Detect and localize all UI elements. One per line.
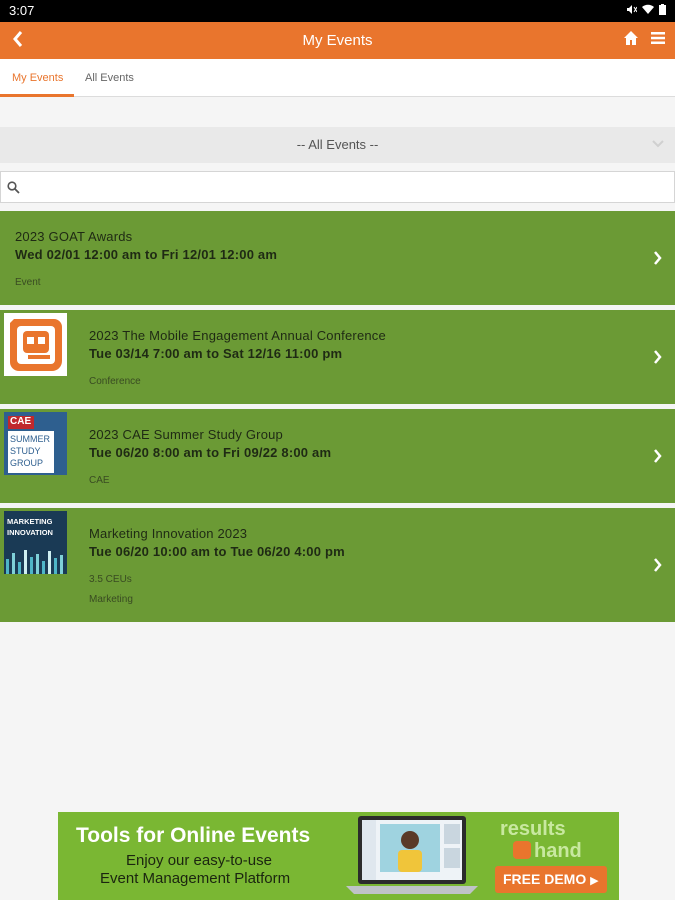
- tab-bar: My Events All Events: [0, 59, 675, 97]
- event-card[interactable]: MARKETING INNOVATION Marketing Innovatio…: [0, 508, 675, 622]
- banner-headline: Tools for Online Events: [76, 824, 311, 847]
- event-category: Event: [15, 277, 41, 288]
- banner-line-1: Enjoy our easy-to-use: [126, 852, 272, 869]
- event-title: Marketing Innovation 2023: [89, 526, 248, 541]
- chevron-right-icon: [654, 558, 662, 572]
- banner-line-2: Event Management Platform: [100, 870, 291, 887]
- thumb-text: CAE: [8, 416, 34, 429]
- event-thumbnail: CAE SUMMER STUDY GROUP: [4, 412, 67, 475]
- event-dates: Tue 03/14 7:00 am to Sat 12/16 11:00 pm: [89, 346, 343, 361]
- page-title: My Events: [302, 32, 373, 49]
- search-input[interactable]: [25, 176, 665, 198]
- thumb-text: INNOVATION: [7, 528, 53, 537]
- chevron-right-icon: [654, 251, 662, 265]
- event-thumbnail: MARKETING INNOVATION: [4, 511, 67, 574]
- event-title: 2023 GOAT Awards: [15, 229, 133, 244]
- status-icons: [626, 4, 666, 15]
- thumb-chart-graphic: [6, 550, 63, 574]
- event-card[interactable]: 2023 The Mobile Engagement Annual Confer…: [0, 310, 675, 404]
- ad-banner[interactable]: Tools for Online Events Enjoy our easy-t…: [58, 812, 619, 900]
- chevron-right-icon: [654, 449, 662, 463]
- filter-selected-value: -- All Events --: [296, 137, 379, 152]
- thumb-text: SUMMER: [10, 434, 50, 444]
- event-category: CAE: [89, 475, 110, 486]
- event-title: 2023 The Mobile Engagement Annual Confer…: [89, 328, 386, 343]
- thumb-text-box: SUMMER STUDY GROUP: [8, 431, 54, 473]
- event-dates: Wed 02/01 12:00 am to Fri 12/01 12:00 am: [15, 247, 278, 262]
- battery-icon: [659, 4, 666, 15]
- mute-icon: [627, 5, 637, 14]
- search-icon: [7, 181, 20, 194]
- thumb-text: STUDY: [10, 446, 41, 456]
- menu-icon[interactable]: [651, 31, 665, 45]
- event-filter-dropdown[interactable]: -- All Events --: [0, 127, 675, 163]
- event-dates: Tue 06/20 10:00 am to Tue 06/20 4:00 pm: [89, 544, 345, 559]
- laptop-illustration: [346, 816, 478, 894]
- search-bar: [0, 171, 675, 203]
- brand-logo-text: hand: [513, 840, 582, 863]
- chevron-down-icon: [652, 140, 664, 148]
- brand-logo-text: results: [500, 818, 566, 840]
- active-tab-indicator: [0, 94, 74, 97]
- event-dates: Tue 06/20 8:00 am to Fri 09/22 8:00 am: [89, 445, 332, 460]
- event-category: Conference: [89, 376, 141, 387]
- status-time: 3:07: [9, 3, 35, 18]
- app-header: My Events: [0, 22, 675, 59]
- thumb-text: GROUP: [10, 458, 44, 468]
- event-ceus: 3.5 CEUs: [89, 574, 132, 585]
- event-title: 2023 CAE Summer Study Group: [89, 427, 283, 442]
- chevron-right-icon: [654, 350, 662, 364]
- app-logo-icon: [4, 313, 67, 376]
- tab-all-events[interactable]: All Events: [85, 72, 134, 84]
- wifi-icon: [642, 4, 654, 14]
- event-thumbnail: [4, 313, 67, 376]
- event-card[interactable]: CAE SUMMER STUDY GROUP 2023 CAE Summer S…: [0, 409, 675, 503]
- thumb-text: MARKETING: [7, 517, 53, 526]
- status-bar: 3:07: [0, 0, 675, 22]
- event-category: Marketing: [89, 594, 133, 605]
- free-demo-button[interactable]: FREE DEMO ▶: [495, 866, 607, 893]
- event-card[interactable]: 2023 GOAT Awards Wed 02/01 12:00 am to F…: [0, 211, 675, 305]
- tab-my-events[interactable]: My Events: [12, 72, 63, 84]
- home-icon[interactable]: [623, 30, 639, 46]
- thumb-text-box: MARKETING INNOVATION: [7, 516, 53, 538]
